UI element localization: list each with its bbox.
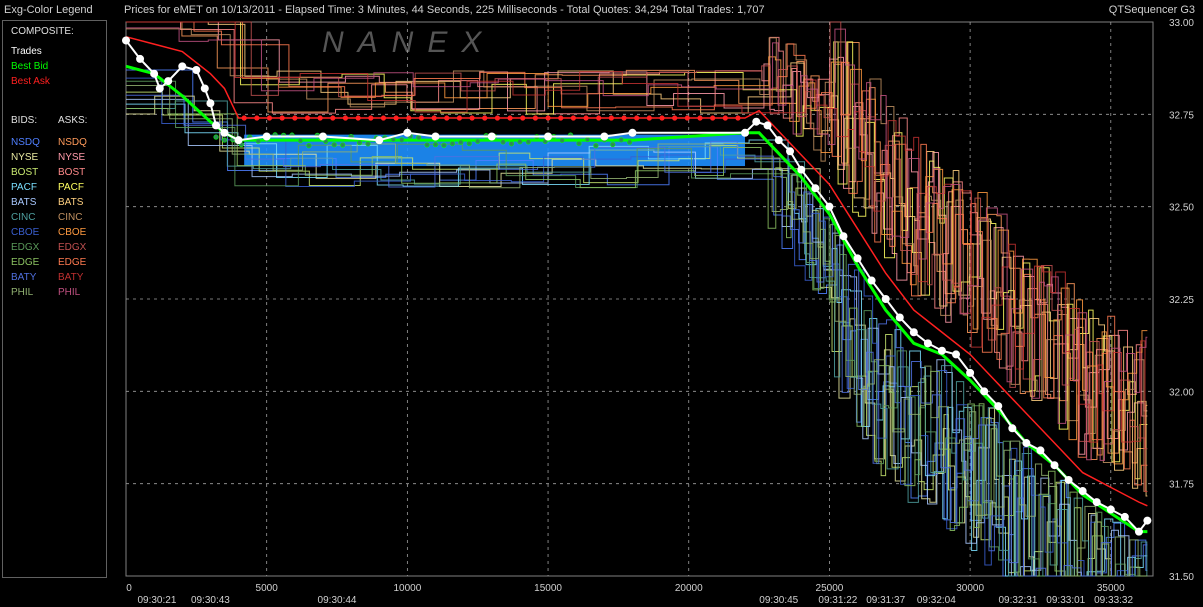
time-label: 09:30:45 [759,595,798,606]
time-label: 09:32:31 [998,595,1037,606]
best-ask-marker [659,115,665,121]
x-tick-label: 10000 [393,583,421,594]
best-bid-marker [306,143,312,149]
best-ask-marker [292,115,298,121]
best-bid-marker [475,138,481,144]
time-label: 09:33:01 [1046,595,1085,606]
time-label: 09:30:44 [318,595,357,606]
best-ask-marker [583,115,589,121]
best-bid-marker [466,140,472,147]
best-bid-marker [297,138,304,144]
time-label: 09:30:43 [191,595,230,606]
best-ask-marker [355,115,361,121]
best-ask-marker [380,115,387,121]
best-bid-marker [424,142,430,148]
best-ask-marker [418,115,425,121]
best-ask-marker [621,115,627,121]
best-bid-marker [610,141,616,148]
best-bid-marker [576,140,582,147]
best-ask-marker [558,115,564,121]
best-ask-marker [241,115,247,121]
best-ask-marker [444,115,450,121]
x-tick-label: 5000 [256,583,279,594]
best-bid-marker [441,142,447,148]
y-tick-label: 32.00 [1169,387,1194,398]
best-ask-marker [494,115,501,121]
time-label: 09:30:21 [137,595,176,606]
y-tick-label: 31.75 [1169,480,1194,491]
best-ask-marker [266,115,273,121]
best-bid-marker [500,139,506,145]
best-bid-marker [593,143,599,149]
best-ask-marker [482,115,488,121]
best-ask-marker [456,115,463,121]
best-bid-marker [399,137,405,143]
best-ask-marker [735,115,741,121]
best-ask-marker [431,115,437,121]
y-tick-label: 32.75 [1169,110,1194,121]
best-ask-marker [646,115,652,121]
time-label: 09:31:37 [866,595,905,606]
best-bid-marker [416,134,422,141]
best-ask-marker [520,115,526,121]
best-ask-marker [545,115,551,121]
best-bid-marker [432,141,439,148]
best-ask-marker [697,115,703,121]
best-bid-marker [365,141,371,147]
best-ask-marker [406,115,412,121]
best-ask-marker [254,115,260,121]
best-bid-marker [340,142,346,148]
time-label: 09:33:32 [1094,595,1133,606]
best-ask-marker [507,115,513,121]
best-ask-marker [342,115,349,121]
best-ask-marker [672,115,678,121]
best-ask-marker [722,115,728,121]
x-tick-label: 25000 [816,583,844,594]
time-label: 09:32:04 [917,595,956,606]
y-tick-label: 33.00 [1169,18,1194,29]
best-bid-marker [559,137,565,143]
best-ask-marker [634,115,640,121]
x-tick-label: 0 [126,583,132,594]
best-bid-marker [356,140,363,146]
best-bid-marker [213,134,219,140]
best-ask-marker [596,115,602,121]
best-ask-marker [393,115,399,121]
best-bid-marker [584,136,591,143]
best-ask-marker [469,115,475,121]
x-tick-label: 30000 [956,583,984,594]
best-bid-marker [618,137,624,143]
y-tick-label: 32.50 [1169,203,1194,214]
x-tick-label: 35000 [1097,583,1125,594]
best-ask-marker [317,115,323,121]
best-bid-marker [221,137,228,143]
best-bid-marker [255,138,261,144]
best-ask-marker [710,115,716,121]
best-bid-marker [331,142,337,148]
y-tick-label: 31.50 [1169,572,1194,583]
best-bid-marker [525,139,531,145]
best-ask-marker [330,115,336,121]
best-ask-marker [279,115,285,121]
best-ask-marker [304,115,311,121]
best-ask-marker [570,115,576,121]
best-ask-marker [368,115,374,121]
nanex-watermark: NANEX [322,26,495,59]
best-ask-marker [684,115,690,121]
x-tick-label: 15000 [534,583,562,594]
best-bid-marker [458,139,464,145]
best-bid-marker [627,139,633,145]
best-bid-marker [449,140,455,147]
best-bid-marker [517,139,523,145]
best-ask-marker [532,115,538,121]
time-label: 09:31:22 [818,595,857,606]
best-ask-marker [608,115,614,121]
price-chart: NANEX 33.00 32.75 32.50 32.25 32.00 31.75 31.5… [122,18,1194,606]
x-tick-label: 20000 [675,583,703,594]
best-bid-marker [508,141,515,147]
y-tick-label: 32.25 [1169,295,1194,306]
